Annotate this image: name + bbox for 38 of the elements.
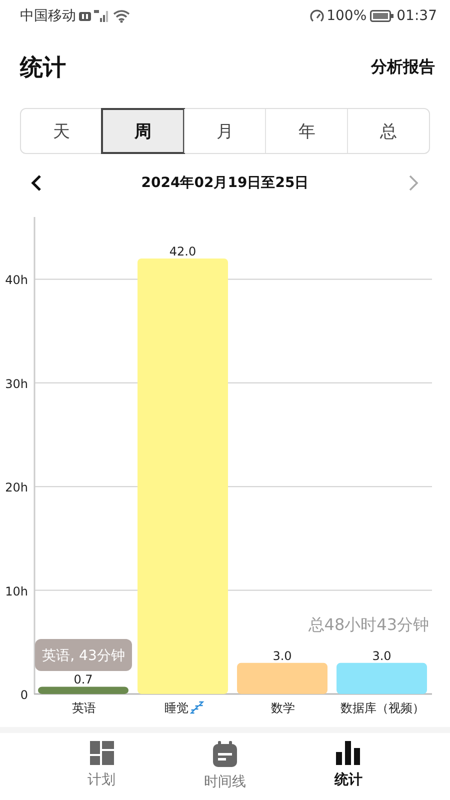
y-tick-label: 20h: [5, 480, 28, 495]
carrier-name: 中国移动: [20, 7, 76, 25]
bar[interactable]: [237, 662, 328, 694]
signal-icon: [94, 9, 110, 23]
tooltip: 英语, 43分钟: [35, 639, 132, 671]
speed-icon: [310, 9, 324, 23]
hd-icon: [79, 10, 91, 22]
category-label: 睡觉: [164, 701, 188, 715]
y-tick-label: 30h: [5, 376, 28, 391]
period-tab[interactable]: 周: [102, 109, 184, 153]
category-label: 英语: [72, 701, 96, 715]
wifi-icon: [113, 9, 130, 23]
category-label: 数学: [270, 701, 295, 715]
bar[interactable]: [336, 662, 427, 694]
value-label: 0.7: [74, 672, 93, 687]
total-time: 总48小时43分钟: [308, 615, 429, 634]
category-label: 数据库（视频）: [340, 701, 424, 715]
grid-icon: [90, 741, 114, 765]
date-range: 2024年02月19日至25日: [141, 174, 309, 192]
bar[interactable]: [38, 686, 128, 694]
nav-tab[interactable]: 时间线: [163, 733, 287, 800]
calendar-icon: [212, 741, 237, 767]
nav-tab[interactable]: 计划: [40, 733, 164, 800]
battery-percent: 100%: [326, 8, 367, 24]
y-tick-label: 0: [20, 688, 28, 702]
value-label: 3.0: [372, 648, 392, 663]
battery-icon: [370, 10, 394, 22]
value-label: 3.0: [272, 648, 292, 663]
y-tick-label: 40h: [5, 273, 28, 288]
nav-tab[interactable]: 统计: [286, 733, 410, 800]
report-button[interactable]: 分析报告: [371, 56, 435, 78]
page-title: 统计: [20, 54, 66, 82]
period-tab[interactable]: 总: [347, 109, 429, 153]
sleep-icon: [190, 701, 204, 714]
clock-time: 01:37: [396, 8, 437, 24]
y-tick-label: 10h: [5, 584, 28, 598]
bar-chart-icon: [336, 741, 360, 765]
value-label: 42.0: [169, 244, 196, 258]
